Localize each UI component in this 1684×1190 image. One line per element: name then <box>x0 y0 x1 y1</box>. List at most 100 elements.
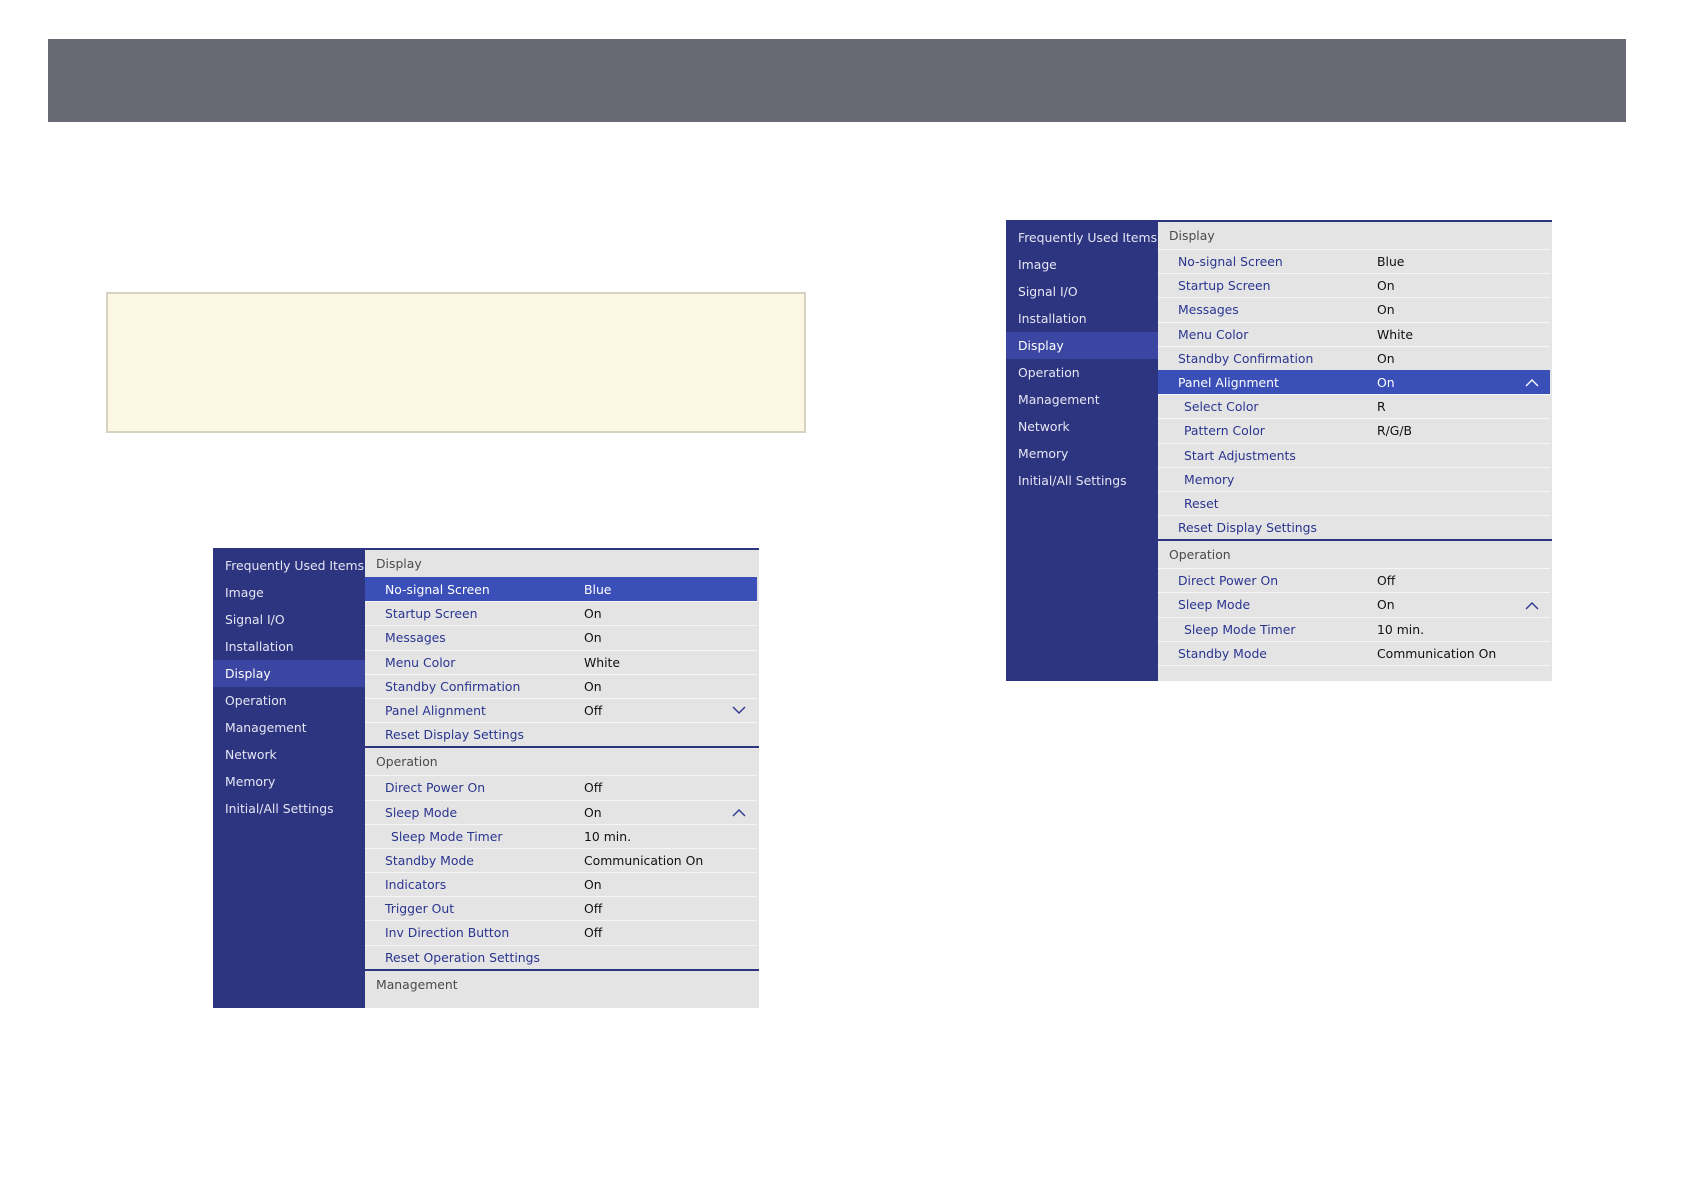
setting-label: Reset <box>1184 495 1219 511</box>
menu-row-indicators[interactable]: Indicators On <box>365 872 757 897</box>
setting-label: Messages <box>1178 302 1239 318</box>
menu-row-inv-direction-button[interactable]: Inv Direction Button Off <box>365 920 757 945</box>
menu-row-standby-confirmation[interactable]: Standby Confirmation On <box>365 673 757 698</box>
setting-label: Reset Display Settings <box>1178 520 1317 536</box>
chevron-up-icon[interactable] <box>1524 371 1540 395</box>
sidebar-item-initial-all-settings[interactable]: Initial/All Settings <box>213 795 365 822</box>
menu-row-sleep-mode-timer[interactable]: Sleep Mode Timer 10 min. <box>365 823 757 848</box>
sidebar-item-signal-i-o[interactable]: Signal I/O <box>1006 278 1158 305</box>
setting-label: Sleep Mode Timer <box>1184 621 1296 637</box>
chevron-down-icon[interactable] <box>731 699 747 723</box>
sidebar-item-frequently-used-items[interactable]: Frequently Used Items <box>1006 224 1158 251</box>
menu-row-blank[interactable] <box>1158 665 1550 675</box>
page-header-bar <box>48 39 1626 122</box>
setting-value: 10 min. <box>1377 621 1425 637</box>
setting-value: Off <box>1377 573 1396 589</box>
setting-label: Reset Display Settings <box>385 727 524 743</box>
setting-value: Communication On <box>1377 645 1497 661</box>
projector-menu-panel-alignment-screen: Frequently Used Items Image Signal I/O Inst… <box>1006 220 1552 681</box>
setting-label: Menu Color <box>1178 326 1249 342</box>
sidebar-item-image[interactable]: Image <box>1006 251 1158 278</box>
setting-label: Panel Alignment <box>385 702 486 718</box>
menu-row-sleep-mode[interactable]: Sleep Mode On <box>365 799 757 825</box>
setting-label: Standby Confirmation <box>1178 350 1314 366</box>
setting-value: R/G/B <box>1377 423 1413 439</box>
sidebar-item-installation[interactable]: Installation <box>1006 305 1158 332</box>
menu-row-reset-display-settings[interactable]: Reset Display Settings <box>1158 515 1550 540</box>
setting-label: Standby Mode <box>385 852 474 868</box>
sidebar-item-display[interactable]: Display <box>1006 332 1158 359</box>
sidebar-item-installation[interactable]: Installation <box>213 633 365 660</box>
note-box <box>106 292 806 433</box>
setting-label: Trigger Out <box>385 901 455 917</box>
sidebar-item-memory[interactable]: Memory <box>1006 440 1158 467</box>
setting-value: On <box>584 804 602 820</box>
menu-row-messages[interactable]: Messages On <box>365 625 757 650</box>
setting-label: Panel Alignment <box>1178 374 1279 390</box>
setting-label: Indicators <box>385 877 447 893</box>
setting-label: No-signal Screen <box>1178 254 1283 269</box>
menu-row-select-color[interactable]: Select Color R <box>1158 394 1550 419</box>
setting-value: White <box>584 654 621 670</box>
setting-value: Communication On <box>584 852 704 868</box>
setting-label: Standby Mode <box>1178 645 1267 661</box>
menu-row-direct-power-on[interactable]: Direct Power On Off <box>1158 568 1550 593</box>
menu-row-sleep-mode[interactable]: Sleep Mode On <box>1158 592 1550 617</box>
menu-row-no-signal-screen[interactable]: No-signal Screen Blue <box>365 577 757 602</box>
sidebar-item-signal-i-o[interactable]: Signal I/O <box>213 606 365 633</box>
setting-value: On <box>584 630 602 646</box>
sidebar-item-frequently-used-items[interactable]: Frequently Used Items <box>213 552 365 579</box>
sidebar-item-memory[interactable]: Memory <box>213 768 365 795</box>
menu-row-memory[interactable]: Memory <box>1158 466 1550 491</box>
setting-value: Off <box>584 901 603 917</box>
menu-row-direct-power-on[interactable]: Direct Power On Off <box>365 775 757 800</box>
setting-value: On <box>584 877 602 893</box>
setting-label: Reset Operation Settings <box>385 949 540 965</box>
sidebar-item-management[interactable]: Management <box>213 714 365 741</box>
menu-row-pattern-color[interactable]: Pattern Color R/G/B <box>1158 418 1550 443</box>
setting-label: Inv Direction Button <box>385 925 510 941</box>
setting-value: On <box>1377 374 1395 390</box>
menu-row-start-adjustments[interactable]: Start Adjustments <box>1158 442 1550 467</box>
menu-row-reset-operation-settings[interactable]: Reset Operation Settings <box>365 944 757 969</box>
setting-value: Off <box>584 702 603 718</box>
sidebar-item-management[interactable]: Management <box>1006 386 1158 413</box>
sidebar-item-operation[interactable]: Operation <box>213 687 365 714</box>
sidebar-item-initial-all-settings[interactable]: Initial/All Settings <box>1006 467 1158 494</box>
menu-row-no-signal-screen[interactable]: No-signal Screen Blue <box>1158 249 1550 274</box>
menu-sidebar: Frequently Used Items Image Signal I/O Inst… <box>1006 220 1158 681</box>
setting-label: Messages <box>385 630 446 646</box>
chevron-up-icon[interactable] <box>1524 593 1540 617</box>
sidebar-item-image[interactable]: Image <box>213 579 365 606</box>
setting-value: Blue <box>584 582 612 597</box>
chevron-up-icon[interactable] <box>731 801 747 825</box>
menu-row-startup-screen[interactable]: Startup Screen On <box>365 601 757 626</box>
menu-row-menu-color[interactable]: Menu Color White <box>365 649 757 674</box>
sidebar-item-network[interactable]: Network <box>213 741 365 768</box>
setting-label: Pattern Color <box>1184 423 1265 439</box>
menu-row-reset-display-settings[interactable]: Reset Display Settings <box>365 722 757 747</box>
setting-value: On <box>1377 597 1395 613</box>
menu-row-reset[interactable]: Reset <box>1158 490 1550 516</box>
setting-label: Direct Power On <box>1178 573 1279 589</box>
menu-row-panel-alignment[interactable]: Panel Alignment On <box>1158 369 1550 395</box>
menu-sidebar: Frequently Used Items Image Signal I/O Inst… <box>213 548 365 1008</box>
menu-row-standby-mode[interactable]: Standby Mode Communication On <box>1158 640 1550 665</box>
menu-row-standby-mode[interactable]: Standby Mode Communication On <box>365 847 757 873</box>
menu-row-messages[interactable]: Messages On <box>1158 297 1550 322</box>
setting-value: Off <box>584 925 603 941</box>
sidebar-item-display[interactable]: Display <box>213 660 365 687</box>
menu-row-trigger-out[interactable]: Trigger Out Off <box>365 896 757 921</box>
menu-row-standby-confirmation[interactable]: Standby Confirmation On <box>1158 345 1550 370</box>
setting-label: Sleep Mode <box>1178 597 1251 613</box>
menu-row-startup-screen[interactable]: Startup Screen On <box>1158 273 1550 298</box>
setting-value: Blue <box>1377 254 1405 269</box>
setting-label: Direct Power On <box>385 780 486 796</box>
menu-row-sleep-mode-timer[interactable]: Sleep Mode Timer 10 min. <box>1158 616 1550 641</box>
sidebar-item-operation[interactable]: Operation <box>1006 359 1158 386</box>
setting-label: Sleep Mode Timer <box>391 828 503 844</box>
menu-row-menu-color[interactable]: Menu Color White <box>1158 321 1550 346</box>
sidebar-item-network[interactable]: Network <box>1006 413 1158 440</box>
setting-value: White <box>1377 326 1414 342</box>
menu-row-panel-alignment[interactable]: Panel Alignment Off <box>365 697 757 723</box>
